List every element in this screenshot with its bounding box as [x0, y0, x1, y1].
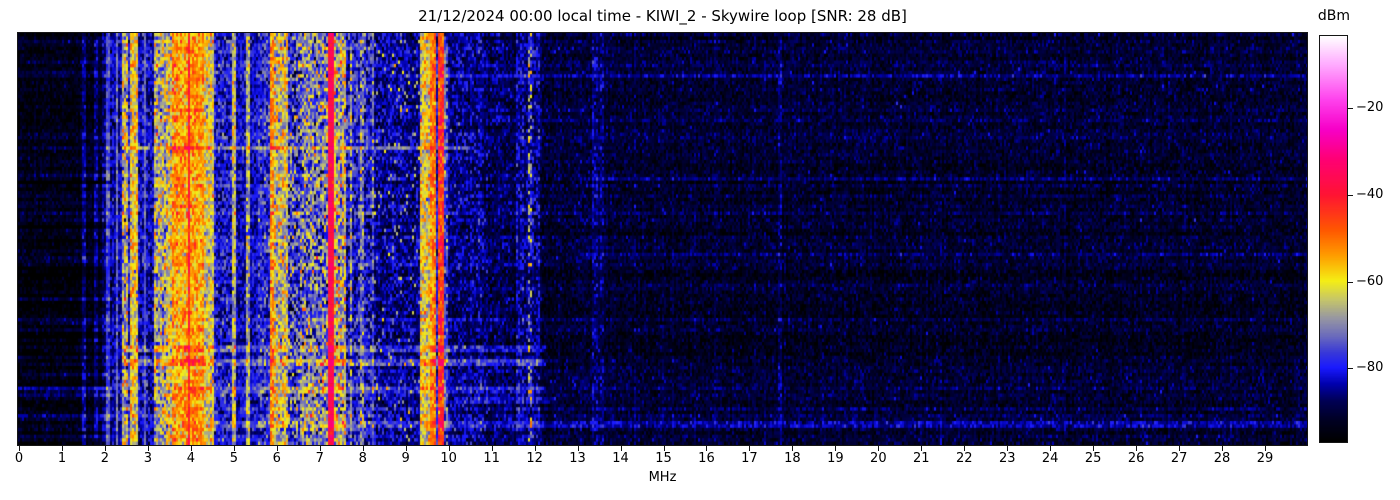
x-tick-label: 5 [214, 451, 254, 466]
colorbar-tick-label: −60 [1356, 275, 1383, 289]
x-tick-label: 24 [1030, 451, 1070, 466]
x-tick-label: 1 [42, 451, 82, 466]
colorbar-gradient [1320, 36, 1347, 442]
x-tick-label: 8 [343, 451, 383, 466]
x-tick-label: 0 [0, 451, 39, 466]
colorbar-tick-mark [1348, 108, 1353, 109]
x-tick-label: 7 [300, 451, 340, 466]
x-tick-label: 14 [601, 451, 641, 466]
colorbar-tick-mark [1348, 195, 1353, 196]
x-tick-label: 2 [85, 451, 125, 466]
colorbar-tick-label: −20 [1356, 101, 1383, 115]
x-tick-label: 18 [772, 451, 812, 466]
x-tick-label: 21 [901, 451, 941, 466]
x-tick-label: 11 [472, 451, 512, 466]
chart-title: 21/12/2024 00:00 local time - KIWI_2 - S… [18, 7, 1307, 25]
x-tick-label: 27 [1159, 451, 1199, 466]
colorbar-label: dBm [1310, 8, 1358, 24]
spectrogram-figure: 21/12/2024 00:00 local time - KIWI_2 - S… [0, 0, 1400, 500]
x-tick-label: 17 [729, 451, 769, 466]
x-tick-label: 10 [429, 451, 469, 466]
x-tick-label: 22 [944, 451, 984, 466]
x-tick-label: 6 [257, 451, 297, 466]
x-tick-label: 9 [386, 451, 426, 466]
x-tick-label: 25 [1073, 451, 1113, 466]
x-tick-label: 19 [815, 451, 855, 466]
x-tick-label: 15 [644, 451, 684, 466]
x-tick-label: 3 [128, 451, 168, 466]
x-tick-label: 26 [1116, 451, 1156, 466]
x-tick-label: 29 [1245, 451, 1285, 466]
x-tick-label: 20 [858, 451, 898, 466]
x-axis-label: MHz [18, 470, 1307, 485]
x-tick-label: 12 [515, 451, 555, 466]
x-tick-label: 28 [1202, 451, 1242, 466]
colorbar-tick-label: −80 [1356, 361, 1383, 375]
colorbar-tick-mark [1348, 368, 1353, 369]
x-tick-label: 16 [686, 451, 726, 466]
x-tick-label: 13 [558, 451, 598, 466]
colorbar-tick-mark [1348, 282, 1353, 283]
waterfall-heatmap [18, 33, 1307, 445]
colorbar-tick-label: −40 [1356, 188, 1383, 202]
x-tick-label: 4 [171, 451, 211, 466]
x-tick-label: 23 [987, 451, 1027, 466]
